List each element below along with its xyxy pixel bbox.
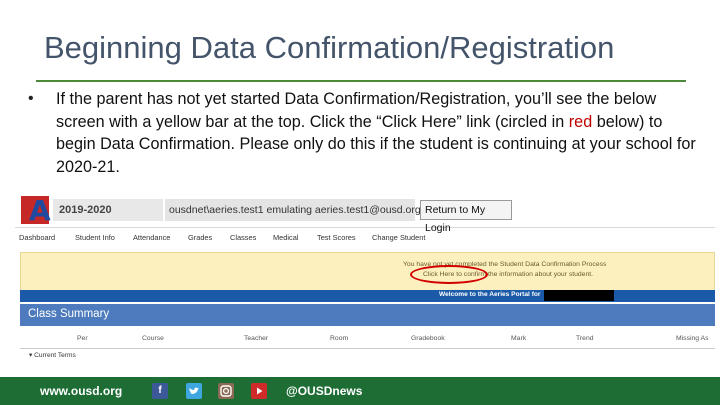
nav-classes[interactable]: Classes bbox=[230, 233, 256, 242]
nav-grades[interactable]: Grades bbox=[188, 233, 212, 242]
nav-test-scores[interactable]: Test Scores bbox=[317, 233, 356, 242]
bullet-marker: • bbox=[28, 90, 34, 107]
column-header[interactable]: Gradebook bbox=[411, 335, 445, 342]
column-header[interactable]: Per bbox=[77, 335, 88, 342]
twitter-icon[interactable] bbox=[186, 383, 202, 399]
column-header[interactable]: Teacher bbox=[244, 335, 268, 342]
column-header[interactable]: Course bbox=[142, 335, 164, 342]
instagram-icon[interactable] bbox=[218, 383, 234, 399]
youtube-icon[interactable] bbox=[251, 383, 267, 399]
footer-bar: www.ousd.org f @OUSDnews bbox=[0, 377, 720, 405]
title-divider bbox=[36, 80, 686, 82]
instruction-text-part: If the parent has not yet started Data C… bbox=[56, 90, 657, 131]
aeries-logo: A bbox=[21, 194, 51, 227]
class-summary-header: Class Summary bbox=[20, 304, 715, 326]
aeries-nav: Dashboard Student Info Attendance Grades… bbox=[15, 230, 715, 248]
school-year-badge[interactable]: 2019-2020 bbox=[53, 199, 163, 221]
aeries-logo-letter: A bbox=[29, 194, 51, 227]
nav-change-student[interactable]: Change Student bbox=[372, 233, 425, 242]
footer-website-link[interactable]: www.ousd.org bbox=[40, 384, 122, 398]
user-account-label: ousdnet\aeries.test1 emulating aeries.te… bbox=[165, 199, 421, 221]
aeries-header: A 2019-2020 ousdnet\aeries.test1 emulati… bbox=[15, 194, 715, 234]
facebook-icon[interactable]: f bbox=[152, 383, 168, 399]
welcome-bar: Welcome to the Aeries Portal for bbox=[20, 290, 715, 302]
return-to-login-button[interactable]: Return to My Login bbox=[420, 200, 512, 234]
aeries-screenshot: A 2019-2020 ousdnet\aeries.test1 emulati… bbox=[15, 194, 715, 374]
current-terms-toggle[interactable]: ▾ Current Terms bbox=[29, 351, 76, 359]
nav-student-info[interactable]: Student Info bbox=[75, 233, 115, 242]
class-summary-table-header: Per Course Teacher Room Gradebook Mark T… bbox=[20, 329, 715, 349]
instruction-text: If the parent has not yet started Data C… bbox=[56, 88, 706, 178]
nav-dashboard[interactable]: Dashboard bbox=[19, 233, 55, 242]
instruction-text-red: red bbox=[568, 112, 593, 131]
column-header[interactable]: Room bbox=[330, 335, 348, 342]
column-header[interactable]: Trend bbox=[576, 335, 594, 342]
class-summary-title: Class Summary bbox=[28, 308, 110, 320]
footer-twitter-handle[interactable]: @OUSDnews bbox=[286, 384, 362, 398]
slide-title: Beginning Data Confirmation/Registration bbox=[44, 30, 615, 65]
red-highlight-circle bbox=[410, 265, 488, 284]
welcome-text: Welcome to the Aeries Portal for bbox=[439, 291, 541, 298]
column-header[interactable]: Mark bbox=[511, 335, 526, 342]
column-header[interactable]: Missing As bbox=[676, 335, 708, 342]
nav-attendance[interactable]: Attendance bbox=[133, 233, 170, 242]
redaction-box bbox=[544, 290, 614, 301]
nav-medical[interactable]: Medical bbox=[273, 233, 298, 242]
